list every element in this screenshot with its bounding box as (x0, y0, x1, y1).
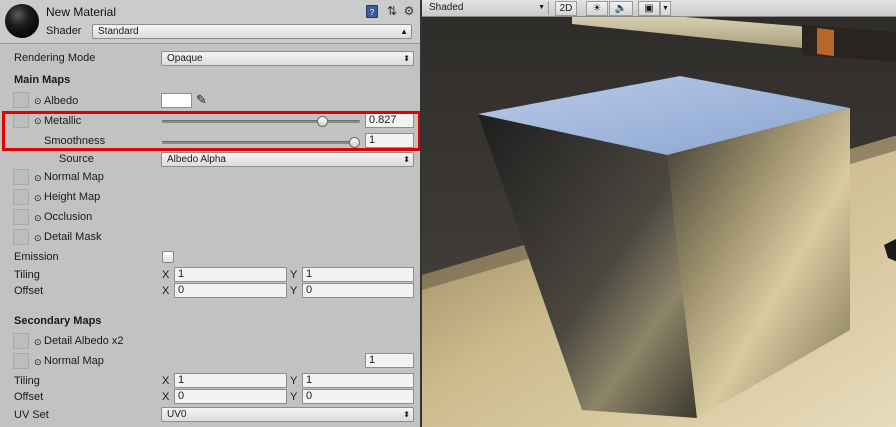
rendering-mode-label: Rendering Mode (14, 52, 96, 64)
normal-map-picker-icon[interactable]: ⊙ (34, 173, 42, 183)
albedo-color-swatch[interactable] (161, 93, 192, 108)
updown-arrow-icon: ⬍ (403, 410, 410, 419)
height-map-texture-slot[interactable] (13, 189, 29, 205)
rendering-mode-value: Opaque (167, 53, 203, 64)
secondary-offset-label: Offset (14, 391, 44, 403)
secondary-tiling-label: Tiling (14, 375, 40, 387)
image-icon[interactable]: ▣ (638, 1, 660, 16)
secondary-normal-map-picker-icon[interactable]: ⊙ (34, 357, 42, 367)
detail-albedo-picker-icon[interactable]: ⊙ (34, 337, 42, 347)
preset-sliders-icon[interactable]: ⇅ (386, 5, 398, 18)
secondary-offset-y-field[interactable]: 0 (302, 389, 414, 404)
emission-checkbox[interactable] (162, 251, 174, 263)
main-maps-heading: Main Maps (14, 74, 71, 86)
shading-mode-value: Shaded (429, 2, 464, 13)
main-tiling-y-label: Y (290, 269, 298, 281)
uv-set-value: UV0 (167, 409, 187, 420)
highlight-annotation-box (2, 111, 421, 151)
scene-render (422, 0, 896, 427)
occlusion-label: Occlusion (44, 211, 93, 223)
albedo-label: Albedo (44, 95, 79, 107)
dropdown-arrow-icon[interactable]: ▼ (660, 1, 671, 16)
detail-albedo-texture-slot[interactable] (13, 333, 29, 349)
source-value: Albedo Alpha (167, 154, 226, 165)
uv-set-label: UV Set (14, 409, 49, 421)
detail-mask-picker-icon[interactable]: ⊙ (34, 233, 42, 243)
secondary-normal-map-label: Normal Map (44, 355, 104, 367)
main-offset-x-field[interactable]: 0 (174, 283, 287, 298)
material-inspector: New Material Shader Standard ▲ ? ⇅ ⚙ Ren… (0, 0, 421, 427)
main-tiling-x-label: X (162, 269, 170, 281)
main-offset-y-field[interactable]: 0 (302, 283, 414, 298)
toggle-2d-button[interactable]: 2D (555, 1, 577, 16)
inspector-header: New Material Shader Standard ▲ ? ⇅ ⚙ (0, 0, 420, 44)
source-label: Source (59, 153, 94, 165)
secondary-tiling-x-field[interactable]: 1 (174, 373, 287, 388)
main-offset-label: Offset (14, 285, 44, 297)
secondary-tiling-y-label: Y (290, 375, 298, 387)
secondary-tiling-x-label: X (162, 375, 170, 387)
main-tiling-label: Tiling (14, 269, 40, 281)
source-dropdown[interactable]: Albedo Alpha ⬍ (161, 152, 414, 167)
scene-view[interactable]: Shaded ▼ 2D ☀ 🔈 ▣ ▼ (420, 0, 896, 427)
secondary-offset-x-field[interactable]: 0 (174, 389, 287, 404)
emission-label: Emission (14, 251, 59, 263)
sword-guard (817, 28, 834, 56)
main-tiling-y-field[interactable]: 1 (302, 267, 414, 282)
albedo-texture-slot[interactable] (13, 92, 29, 108)
updown-arrow-icon: ⬍ (403, 54, 410, 63)
sun-icon[interactable]: ☀ (586, 1, 608, 16)
shader-dropdown-value: Standard (98, 26, 139, 37)
uv-set-dropdown[interactable]: UV0 ⬍ (161, 407, 414, 422)
speaker-icon[interactable]: 🔈 (609, 1, 633, 16)
height-map-picker-icon[interactable]: ⊙ (34, 193, 42, 203)
shading-mode-dropdown[interactable]: Shaded ▼ (425, 1, 549, 15)
secondary-tiling-y-field[interactable]: 1 (302, 373, 414, 388)
secondary-maps-heading: Secondary Maps (14, 315, 102, 327)
material-name: New Material (46, 5, 117, 19)
dropdown-arrow-icon: ▲ (400, 27, 408, 36)
detail-albedo-label: Detail Albedo x2 (44, 335, 124, 347)
secondary-offset-x-label: X (162, 391, 170, 403)
dropdown-arrow-icon: ▼ (538, 4, 545, 11)
rendering-mode-dropdown[interactable]: Opaque ⬍ (161, 51, 414, 66)
occlusion-texture-slot[interactable] (13, 209, 29, 225)
shader-label: Shader (46, 25, 82, 37)
scene-toolbar: Shaded ▼ 2D ☀ 🔈 ▣ ▼ (422, 0, 896, 17)
secondary-offset-y-label: Y (290, 391, 298, 403)
help-book-icon[interactable]: ? (366, 5, 378, 18)
secondary-normal-scale-field[interactable]: 1 (365, 353, 414, 368)
eyedropper-icon[interactable]: ✎ (196, 92, 207, 108)
main-tiling-x-field[interactable]: 1 (174, 267, 287, 282)
shader-dropdown[interactable]: Standard ▲ (92, 24, 412, 39)
detail-mask-texture-slot[interactable] (13, 229, 29, 245)
main-offset-x-label: X (162, 285, 170, 297)
main-offset-y-label: Y (290, 285, 298, 297)
detail-mask-label: Detail Mask (44, 231, 102, 243)
albedo-picker-icon[interactable]: ⊙ (34, 96, 42, 106)
normal-map-label: Normal Map (44, 171, 104, 183)
gear-icon[interactable]: ⚙ (403, 5, 415, 18)
secondary-normal-map-texture-slot[interactable] (13, 353, 29, 369)
updown-arrow-icon: ⬍ (403, 155, 410, 164)
height-map-label: Height Map (44, 191, 101, 203)
normal-map-texture-slot[interactable] (13, 169, 29, 185)
occlusion-picker-icon[interactable]: ⊙ (34, 213, 42, 223)
material-preview-sphere (5, 4, 39, 38)
